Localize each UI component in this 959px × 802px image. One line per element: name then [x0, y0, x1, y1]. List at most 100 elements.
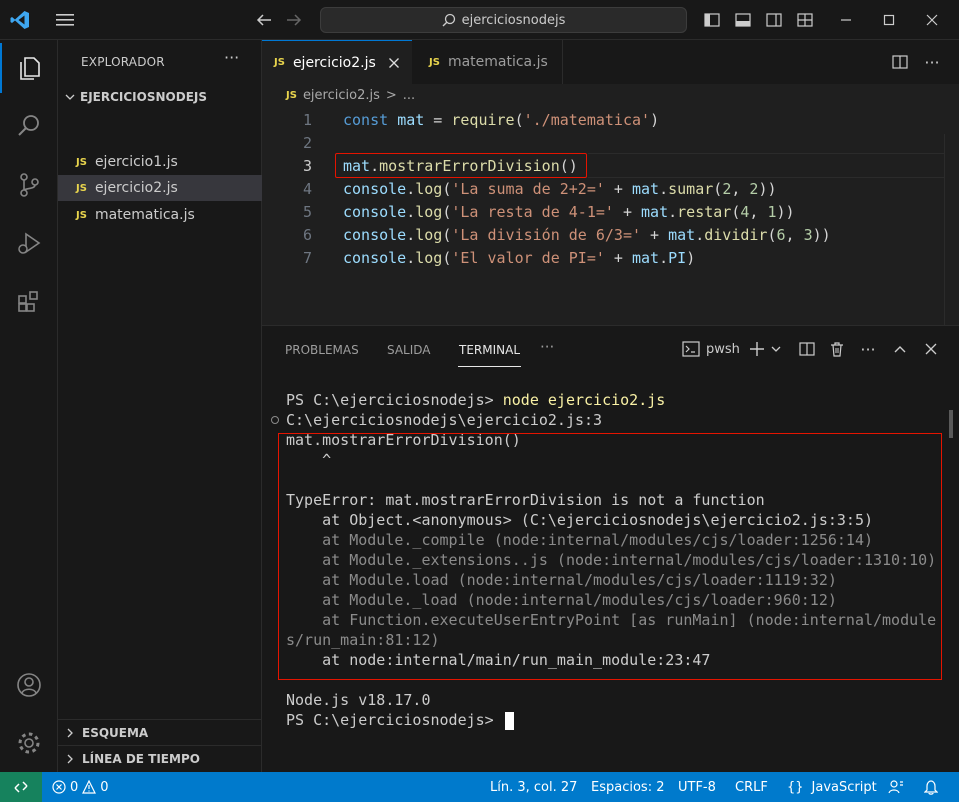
- toggle-secondary-sidebar-icon[interactable]: [764, 0, 784, 40]
- code-line[interactable]: 2: [262, 131, 942, 154]
- maximize-icon[interactable]: [875, 0, 903, 40]
- close-panel-icon[interactable]: [921, 336, 941, 362]
- command-decoration-icon[interactable]: [271, 416, 279, 424]
- language-label: JavaScript: [811, 779, 877, 795]
- code-line[interactable]: 4 console.log('La suma de 2+2=' + mat.sum…: [262, 177, 942, 200]
- js-file-icon: JS: [286, 90, 297, 101]
- line-endings[interactable]: CRLF: [735, 772, 768, 802]
- back-arrow-icon[interactable]: [253, 0, 275, 40]
- notifications-bell-icon[interactable]: [924, 772, 938, 802]
- code-token: ): [686, 248, 696, 267]
- panel-actions-more-icon[interactable]: ···: [858, 336, 878, 362]
- terminal-shell-selector[interactable]: pwsh: [682, 336, 740, 362]
- code-token: mat: [632, 179, 660, 198]
- minimize-icon[interactable]: [832, 0, 860, 40]
- outline-section[interactable]: ESQUEMA: [58, 719, 262, 745]
- code-token: .: [406, 248, 416, 267]
- new-terminal-icon[interactable]: [748, 336, 766, 362]
- file-ejercicio1[interactable]: JS ejercicio1.js: [58, 149, 262, 175]
- code-token: console: [343, 202, 407, 221]
- editor-more-actions-icon[interactable]: ···: [922, 40, 942, 84]
- code-token: .: [406, 202, 416, 221]
- search-activity[interactable]: [0, 101, 58, 151]
- run-debug-icon: [18, 232, 41, 254]
- file-ejercicio2[interactable]: JS ejercicio2.js: [58, 175, 262, 201]
- toggle-primary-sidebar-icon[interactable]: [702, 0, 722, 40]
- code-line[interactable]: 5 console.log('La resta de 4-1=' + mat.re…: [262, 200, 942, 223]
- cursor-position[interactable]: Lín. 3, col. 27: [490, 772, 577, 802]
- gear-icon: [18, 732, 40, 754]
- breadcrumb-more[interactable]: ...: [403, 88, 415, 103]
- trash-icon[interactable]: [827, 336, 847, 362]
- indentation[interactable]: Espacios: 2: [591, 772, 664, 802]
- file-matematica[interactable]: JS matematica.js: [58, 202, 262, 228]
- maximize-panel-icon[interactable]: [890, 336, 910, 362]
- terminal-scrollbar[interactable]: [949, 410, 953, 438]
- code-token: (: [713, 179, 723, 198]
- explorer-sidebar: EXPLORADOR ··· EJERCICIOSNODEJS JS ejerc…: [58, 40, 262, 772]
- tab-problems[interactable]: PROBLEMAS: [285, 343, 359, 357]
- tab-ejercicio2[interactable]: JS ejercicio2.js: [262, 40, 412, 84]
- close-tab-icon[interactable]: [388, 57, 400, 69]
- code-text: console.log('La división de 6/3=' + mat.…: [343, 226, 831, 244]
- run-debug-activity[interactable]: [0, 218, 58, 268]
- explorer-activity[interactable]: [0, 43, 58, 93]
- code-token: .: [406, 179, 416, 198]
- code-token: console: [343, 248, 407, 267]
- line-number: 2: [302, 133, 312, 152]
- panel-more-icon[interactable]: ···: [540, 338, 554, 356]
- folder-ejerciciosnodejs[interactable]: EJERCICIOSNODEJS: [58, 86, 262, 108]
- customize-layout-icon[interactable]: [795, 0, 815, 40]
- manage-activity[interactable]: [0, 718, 58, 768]
- chevron-down-icon[interactable]: [769, 336, 783, 362]
- remote-indicator[interactable]: [0, 772, 42, 802]
- editor-tabs: JS ejercicio2.js JS matematica.js ···: [262, 40, 959, 84]
- code-token: mat: [397, 110, 425, 129]
- code-token: 2: [722, 179, 732, 198]
- split-terminal-icon[interactable]: [797, 336, 817, 362]
- terminal-prompt[interactable]: PS C:\ejerciciosnodejs>: [286, 710, 514, 730]
- code-token: (: [514, 110, 524, 129]
- code-text: console.log('La resta de 4-1=' + mat.res…: [343, 203, 795, 221]
- code-text: const mat = require('./matematica'): [343, 111, 659, 129]
- code-token: .: [659, 248, 669, 267]
- code-token: log: [415, 202, 443, 221]
- split-editor-icon[interactable]: [890, 40, 910, 84]
- problems-indicator[interactable]: 0 0: [52, 772, 109, 802]
- active-tab-indicator: [458, 366, 521, 367]
- code-line[interactable]: 1 const mat = require('./matematica'): [262, 108, 942, 131]
- code-token: +: [604, 179, 632, 198]
- source-control-activity[interactable]: [0, 160, 58, 210]
- accounts-activity[interactable]: [0, 660, 58, 710]
- breadcrumb-file[interactable]: ejercicio2.js: [303, 88, 380, 103]
- code-token: 1: [767, 202, 777, 221]
- terminal-line: C:\ejerciciosnodejs\ejercicio2.js:3: [286, 411, 603, 429]
- extensions-activity[interactable]: [0, 276, 58, 326]
- toggle-panel-icon[interactable]: [733, 0, 753, 40]
- menu-icon[interactable]: [52, 0, 78, 40]
- timeline-section[interactable]: LÍNEA DE TIEMPO: [58, 745, 262, 771]
- tab-terminal[interactable]: TERMINAL: [459, 343, 520, 357]
- encoding[interactable]: UTF-8: [678, 772, 716, 802]
- annotation-box-error: [278, 433, 942, 680]
- code-token: .: [695, 225, 705, 244]
- more-actions-icon[interactable]: ···: [224, 48, 239, 67]
- outline-label: ESQUEMA: [82, 725, 149, 740]
- chevron-right-icon: [67, 754, 73, 763]
- code-token: log: [415, 225, 443, 244]
- language-mode[interactable]: {} JavaScript: [787, 772, 877, 802]
- forward-arrow-icon[interactable]: [283, 0, 305, 40]
- status-bar: 0 0 Lín. 3, col. 27 Espacios: 2 UTF-8 CR…: [0, 772, 959, 802]
- folder-name: EJERCICIOSNODEJS: [80, 90, 207, 104]
- code-line[interactable]: 7 console.log('El valor de PI=' + mat.PI): [262, 246, 942, 269]
- feedback-icon[interactable]: [888, 772, 904, 802]
- tab-output[interactable]: SALIDA: [387, 343, 431, 357]
- prompt-text: PS C:\ejerciciosnodejs>: [286, 711, 503, 729]
- code-token: PI: [668, 248, 687, 267]
- chevron-right-icon: [67, 728, 73, 737]
- close-window-icon[interactable]: [918, 0, 946, 40]
- command-center-search[interactable]: ejerciciosnodejs: [320, 7, 687, 33]
- code-token: .: [668, 202, 678, 221]
- tab-matematica[interactable]: JS matematica.js: [417, 40, 563, 84]
- code-line[interactable]: 6 console.log('La división de 6/3=' + mat…: [262, 223, 942, 246]
